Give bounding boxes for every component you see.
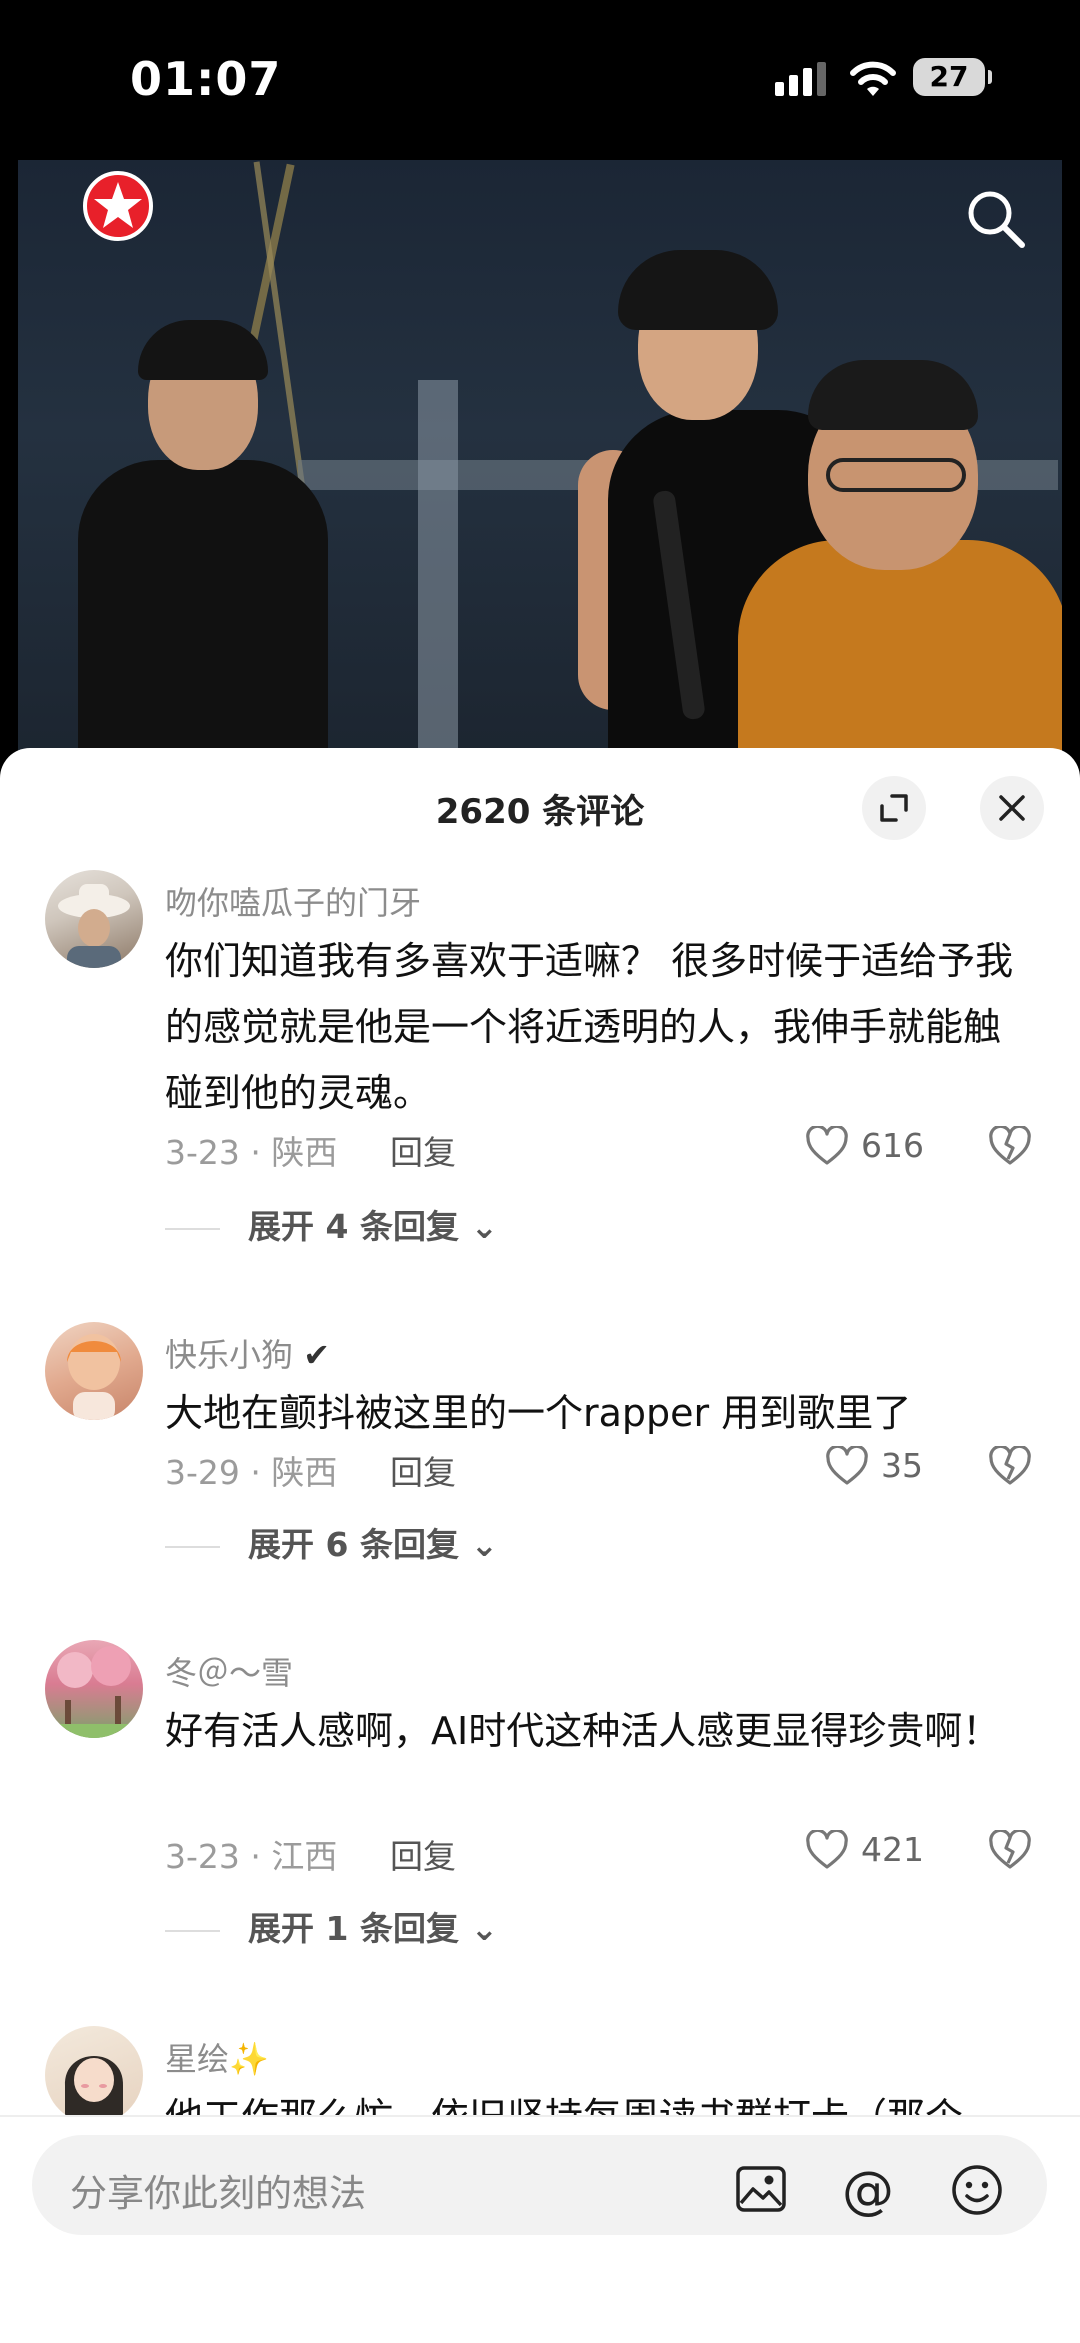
heart-icon <box>806 1830 848 1869</box>
expand-replies-button[interactable]: 展开 6 条回复 ⌄ <box>165 1518 498 1566</box>
username-text: 快乐小狗 <box>165 1336 294 1374</box>
like-count: 35 <box>881 1446 923 1485</box>
broken-heart-icon[interactable] <box>988 1446 1032 1486</box>
cellular-signal-icon <box>775 62 826 96</box>
comment-text: 大地在颤抖被这里的一个rapper 用到歌里了 <box>165 1391 912 1435</box>
comments-sheet: 2620 条评论 吻你嗑瓜子的门牙 你们知道我有多喜欢于适嘛？ 很多时候于适给予… <box>0 748 1080 2341</box>
person-left <box>78 460 328 760</box>
expand-replies-label: 展开 1 条回复 <box>248 1909 459 1948</box>
expand-button[interactable] <box>862 776 926 840</box>
avatar[interactable] <box>45 870 143 968</box>
comment-username[interactable]: 星绘✨ <box>165 2034 269 2080</box>
comment-input-bar: 分享你此刻的想法 @ <box>0 2115 1080 2343</box>
username-text: 星绘 <box>165 2040 230 2078</box>
like-button[interactable]: 421 <box>805 1828 935 1878</box>
emoji-icon[interactable] <box>950 2163 1004 2217</box>
expand-replies-label: 展开 4 条回复 <box>248 1207 459 1246</box>
status-time: 01:07 <box>130 52 282 106</box>
close-icon <box>999 795 1025 821</box>
comment-text: 你们知道我有多喜欢于适嘛？ 很多时候于适给予我的感觉就是他是一个将近透明的人，我… <box>165 939 1014 1115</box>
chevron-down-icon: ⌄ <box>470 1909 499 1948</box>
check-badge-icon: ✔ <box>303 1336 330 1374</box>
comment-meta: 3-29 · 陕西 <box>165 1453 338 1492</box>
expand-replies-label: 展开 6 条回复 <box>248 1525 459 1564</box>
chevron-down-icon: ⌄ <box>470 1207 499 1246</box>
person-right <box>738 540 1062 760</box>
reply-button[interactable]: 回复 <box>390 1126 456 1174</box>
broken-heart-icon[interactable] <box>988 1830 1032 1870</box>
battery-indicator: 27 <box>913 58 992 96</box>
status-bar: 01:07 27 <box>0 0 1080 160</box>
chevron-down-icon: ⌄ <box>470 1525 499 1564</box>
image-icon[interactable] <box>735 2165 787 2213</box>
wifi-icon <box>850 61 896 96</box>
comment-meta: 3-23 · 陕西 <box>165 1133 338 1172</box>
comment-username[interactable]: 快乐小狗 ✔ <box>165 1330 330 1376</box>
reply-button[interactable]: 回复 <box>390 1446 456 1494</box>
like-count: 616 <box>861 1126 924 1165</box>
comment-username[interactable]: 冬＠～雪 <box>165 1648 293 1694</box>
star-channel-logo <box>83 171 153 241</box>
avatar[interactable] <box>45 2026 143 2124</box>
comment-meta: 3-23 · 江西 <box>165 1837 338 1876</box>
sparkles-icon: ✨ <box>229 2040 269 2078</box>
like-button[interactable]: 35 <box>825 1444 955 1494</box>
search-icon[interactable] <box>965 188 1027 250</box>
mention-icon[interactable]: @ <box>842 2161 894 2221</box>
expand-replies-button[interactable]: 展开 1 条回复 ⌄ <box>165 1902 498 1950</box>
heart-icon <box>806 1126 848 1165</box>
heart-icon <box>826 1446 868 1485</box>
reply-button[interactable]: 回复 <box>390 1830 456 1878</box>
comment-text: 好有活人感啊，AI时代这种活人感更显得珍贵啊！ <box>165 1709 1001 1753</box>
avatar[interactable] <box>45 1322 143 1420</box>
expand-icon <box>880 794 908 822</box>
broken-heart-icon[interactable] <box>988 1126 1032 1166</box>
comment-username[interactable]: 吻你嗑瓜子的门牙 <box>165 878 421 924</box>
close-button[interactable] <box>980 776 1044 840</box>
like-button[interactable]: 616 <box>805 1124 935 1174</box>
like-count: 421 <box>861 1830 924 1869</box>
avatar[interactable] <box>45 1640 143 1738</box>
video-player[interactable] <box>18 160 1062 760</box>
comment-input[interactable]: 分享你此刻的想法 @ <box>32 2135 1047 2235</box>
expand-replies-button[interactable]: 展开 4 条回复 ⌄ <box>165 1200 498 1248</box>
comment-input-placeholder: 分享你此刻的想法 <box>70 2172 366 2215</box>
